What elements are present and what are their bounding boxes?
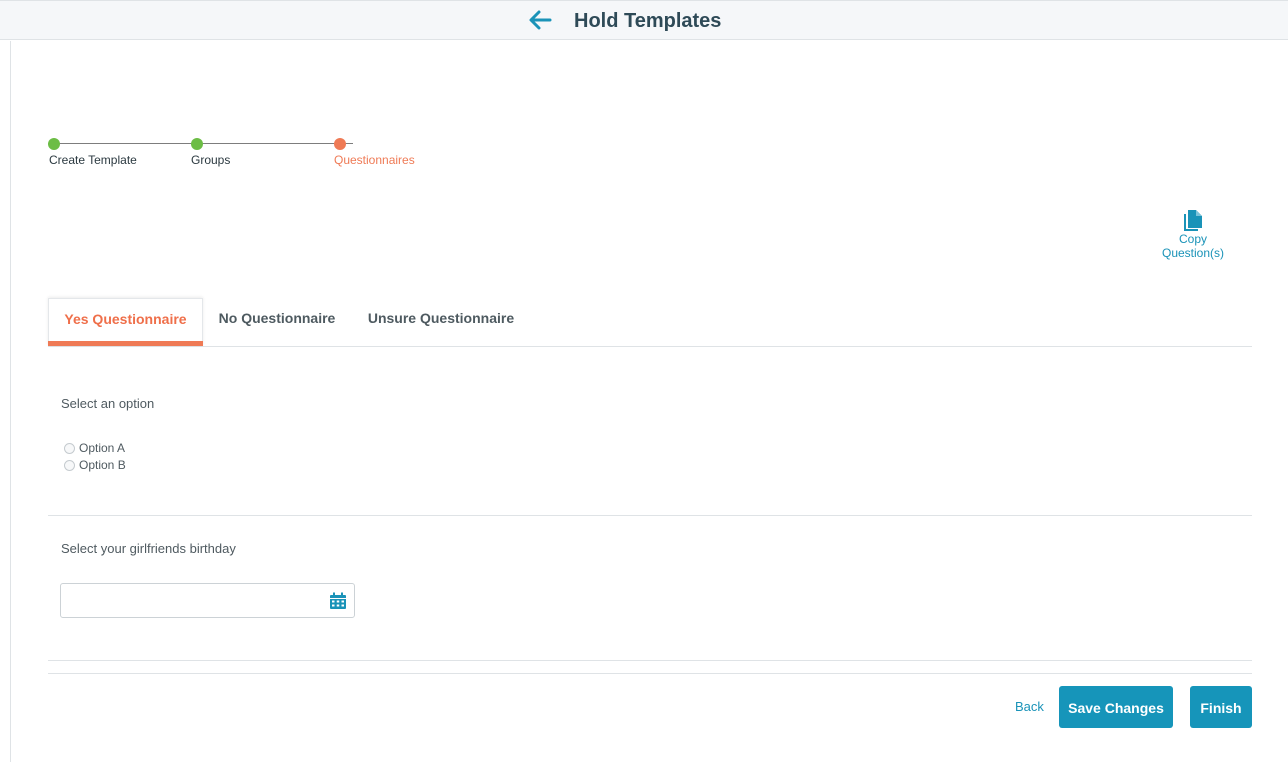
tab-no-questionnaire[interactable]: No Questionnaire [208,298,346,346]
step-label-questionnaires: Questionnaires [334,153,415,167]
calendar-icon[interactable] [329,592,347,610]
tab-yes-questionnaire[interactable]: Yes Questionnaire [48,298,203,346]
finish-button[interactable]: Finish [1190,686,1252,728]
copy-questions-button[interactable]: Copy Question(s) [1150,208,1236,260]
questionnaire-tabs: Yes Questionnaire No Questionnaire Unsur… [48,298,1252,347]
question-label-birthday: Select your girlfriends birthday [61,541,236,556]
question-label-select-option: Select an option [61,396,155,411]
date-field[interactable] [60,583,355,618]
footer-divider [48,673,1252,674]
radio-label: Option B [79,458,126,472]
radio-circle[interactable] [64,442,75,454]
back-link[interactable]: Back [1015,699,1044,714]
copy-label-line2: Question(s) [1161,246,1225,260]
page-header: Hold Templates [0,0,1288,40]
radio-circle[interactable] [64,459,75,471]
step-label-create-template[interactable]: Create Template [49,153,137,167]
question-divider [48,515,1252,516]
step-dot-create-template [48,138,60,150]
step-label-groups[interactable]: Groups [191,153,230,167]
radio-option-b[interactable]: Option B [64,457,126,473]
arrow-left-icon[interactable] [528,9,552,31]
sidebar-divider [10,41,11,762]
radio-option-a[interactable]: Option A [64,440,125,456]
question-divider [48,660,1252,661]
stepper-connector [54,143,197,144]
radio-label: Option A [79,441,126,455]
page-title: Hold Templates [574,10,722,32]
tab-unsure-questionnaire[interactable]: Unsure Questionnaire [356,298,526,346]
date-input[interactable] [61,584,321,617]
step-dot-groups [191,138,203,150]
step-dot-questionnaires [334,138,346,150]
save-changes-button[interactable]: Save Changes [1059,686,1173,728]
copy-document-icon [1184,210,1202,231]
copy-label-line1: Copy [1178,232,1207,246]
stepper-connector [197,143,340,144]
